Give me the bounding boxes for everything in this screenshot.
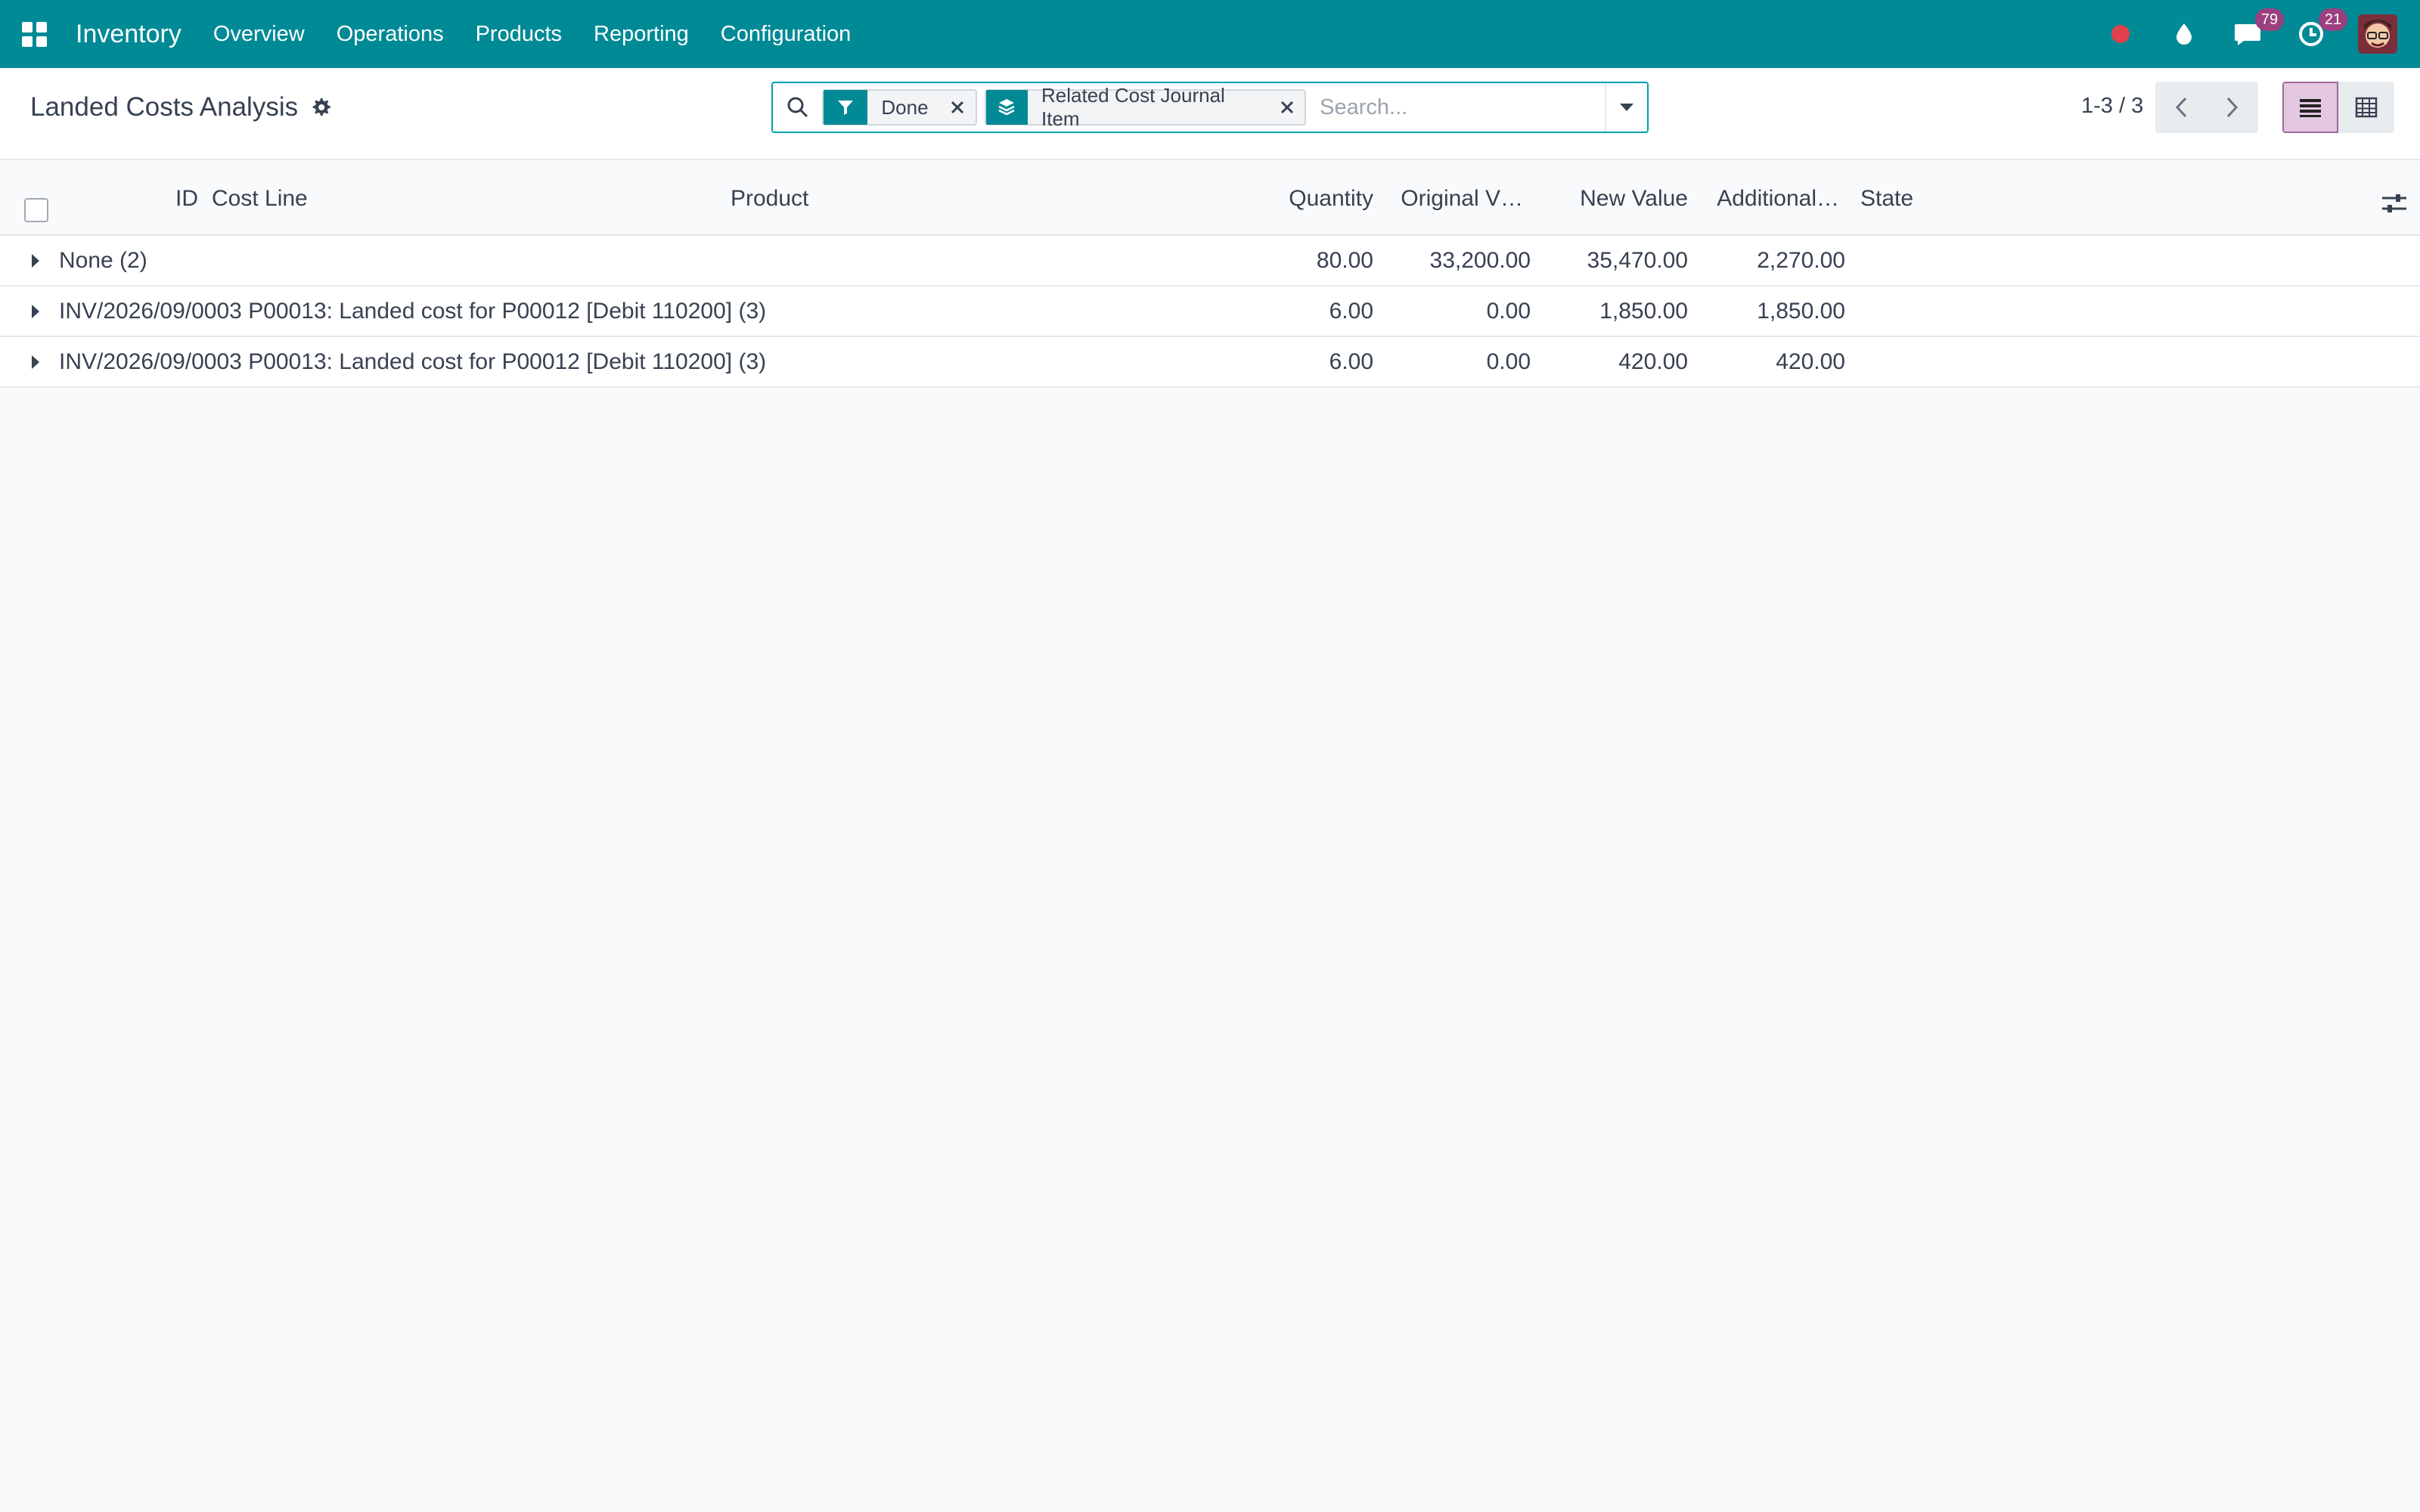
search-input[interactable] xyxy=(1314,85,1606,130)
close-icon xyxy=(951,101,963,114)
facet-related-cost-journal-item: Related Cost Journal Item xyxy=(984,84,1307,130)
facet-remove-button[interactable] xyxy=(945,100,976,115)
table-icon xyxy=(2355,97,2378,118)
group-quantity: 6.00 xyxy=(1329,299,1373,324)
list-table: ID Cost Line Product Quantity Original V… xyxy=(0,160,2420,388)
group-additional: 2,270.00 xyxy=(1757,248,1845,273)
drop-icon xyxy=(2176,23,2192,45)
table-header: ID Cost Line Product Quantity Original V… xyxy=(0,160,2420,236)
menu-products[interactable]: Products xyxy=(476,22,562,47)
group-row[interactable]: INV/2026/09/0003 P00013: Landed cost for… xyxy=(0,337,2420,388)
navbar-systray: 79 21 xyxy=(2104,0,2397,68)
group-additional: 420.00 xyxy=(1776,349,1845,374)
header-state[interactable]: State xyxy=(1860,186,1913,212)
group-quantity: 80.00 xyxy=(1316,248,1373,273)
group-additional: 1,850.00 xyxy=(1757,299,1845,324)
page-title: Landed Costs Analysis xyxy=(30,92,331,122)
header-cost-line[interactable]: Cost Line xyxy=(212,186,308,212)
control-panel: Landed Costs Analysis Done Related Cost … xyxy=(0,68,2420,160)
search-options-toggle[interactable] xyxy=(1605,83,1647,132)
messages-button[interactable]: 79 xyxy=(2231,8,2284,51)
column-settings-icon[interactable] xyxy=(2381,191,2408,216)
pager-previous-button[interactable] xyxy=(2155,82,2207,133)
menu-reporting[interactable]: Reporting xyxy=(594,22,689,47)
activities-badge: 21 xyxy=(2319,8,2347,31)
caret-right-icon xyxy=(32,355,39,369)
menu-operations[interactable]: Operations xyxy=(337,22,444,47)
menu-configuration[interactable]: Configuration xyxy=(721,22,852,47)
pager-next-button[interactable] xyxy=(2207,82,2258,133)
group-new-value: 1,850.00 xyxy=(1599,299,1688,324)
record-button[interactable] xyxy=(2104,17,2137,51)
app-name[interactable]: Inventory xyxy=(76,20,182,49)
messages-badge: 79 xyxy=(2255,8,2284,31)
caret-right-icon xyxy=(32,305,39,318)
group-label: INV/2026/09/0003 P00013: Landed cost for… xyxy=(59,299,767,324)
apps-grid-icon xyxy=(21,21,47,47)
gear-icon[interactable] xyxy=(310,97,331,118)
page-title-text: Landed Costs Analysis xyxy=(30,92,299,122)
filter-icon xyxy=(824,90,868,125)
header-original-value[interactable]: Original V… xyxy=(1401,186,1523,212)
facet-label: Done xyxy=(881,95,929,119)
top-navbar: Inventory Overview Operations Products R… xyxy=(0,0,2420,68)
header-product[interactable]: Product xyxy=(731,186,808,212)
group-original-value: 33,200.00 xyxy=(1429,248,1531,273)
group-new-value: 35,470.00 xyxy=(1587,248,1688,273)
header-id[interactable]: ID xyxy=(175,186,198,212)
facet-label: Related Cost Journal Item xyxy=(1041,84,1225,130)
search-bar: Done Related Cost Journal Item xyxy=(771,82,1649,133)
search-icon xyxy=(787,97,808,118)
group-new-value: 420.00 xyxy=(1618,349,1688,374)
drop-button[interactable] xyxy=(2167,17,2201,51)
list-view-button[interactable] xyxy=(2282,82,2338,133)
group-label: INV/2026/09/0003 P00013: Landed cost for… xyxy=(59,349,767,374)
group-label: None (2) xyxy=(59,248,147,273)
group-quantity: 6.00 xyxy=(1329,349,1373,374)
user-avatar[interactable] xyxy=(2358,14,2397,54)
activities-button[interactable]: 21 xyxy=(2294,8,2347,51)
list-icon xyxy=(2300,99,2321,117)
facet-done: Done xyxy=(822,89,977,125)
select-all-checkbox[interactable] xyxy=(24,198,48,222)
group-row[interactable]: None (2) 80.00 33,200.00 35,470.00 2,270… xyxy=(0,236,2420,287)
chevron-left-icon xyxy=(2175,97,2187,118)
search-button[interactable] xyxy=(773,83,822,132)
chevron-right-icon xyxy=(2226,97,2238,118)
header-additional[interactable]: Additional… xyxy=(1717,186,1839,212)
header-new-value[interactable]: New Value xyxy=(1580,186,1688,212)
avatar-icon xyxy=(2358,14,2397,54)
app-menu-button[interactable] xyxy=(0,0,68,68)
caret-down-icon xyxy=(1620,104,1634,111)
group-original-value: 0.00 xyxy=(1486,299,1531,324)
header-quantity[interactable]: Quantity xyxy=(1289,186,1373,212)
pivot-view-button[interactable] xyxy=(2338,82,2394,133)
record-dot-icon xyxy=(2111,25,2130,43)
menu-overview[interactable]: Overview xyxy=(213,22,305,47)
layers-icon xyxy=(985,90,1028,125)
caret-right-icon xyxy=(32,254,39,268)
group-original-value: 0.00 xyxy=(1486,349,1531,374)
close-icon xyxy=(1280,101,1293,114)
facet-remove-button[interactable] xyxy=(1276,100,1305,115)
pager-value[interactable]: 1-3 / 3 xyxy=(2081,94,2143,119)
group-row[interactable]: INV/2026/09/0003 P00013: Landed cost for… xyxy=(0,287,2420,337)
